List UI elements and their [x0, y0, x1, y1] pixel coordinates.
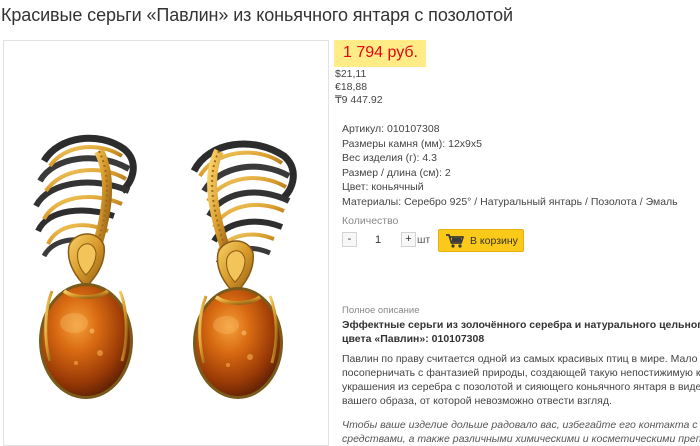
- spec-value: 12х9х5: [448, 137, 482, 150]
- spec-materials: Материалы: Серебро 925° / Натуральный ян…: [342, 195, 678, 210]
- quantity-increase-button[interactable]: +: [401, 232, 416, 247]
- spec-label: Материалы:: [342, 195, 402, 208]
- price-eur: €18,88: [335, 81, 368, 93]
- earrings-image: [33, 134, 297, 399]
- description-section-label: Полное описание: [342, 305, 420, 316]
- spec-value: коньячный: [371, 181, 424, 194]
- spec-value: 4.3: [422, 152, 437, 165]
- description-heading: Эффектные серьги из золочённого серебра …: [342, 318, 700, 346]
- left-earring: [33, 134, 137, 399]
- spec-value: Серебро 925° / Натуральный янтарь / Позо…: [404, 195, 678, 208]
- spec-value: 010107308: [386, 123, 440, 135]
- description-text-line: Павлин по праву считается одной из самых…: [342, 353, 698, 365]
- cart-icon: [445, 233, 465, 254]
- right-earring: [190, 140, 297, 399]
- spec-value: 2: [444, 166, 451, 179]
- price-kzt: ₸9 447.92: [335, 94, 383, 106]
- quantity-label: Количество: [342, 215, 399, 227]
- spec-length: Размер / длина (см): 2: [342, 166, 678, 181]
- price-usd: $21,11: [335, 68, 367, 80]
- spec-color: Цвет: коньячный: [342, 180, 678, 195]
- spec-label: Артикул:: [342, 123, 385, 135]
- product-specs: Артикул: 010107308 Размеры камня (мм): 1…: [342, 122, 678, 210]
- spec-label: Вес изделия (г):: [342, 152, 420, 165]
- price-rub: 1 794 руб.: [343, 44, 418, 61]
- quantity-decrease-button[interactable]: -: [342, 232, 357, 247]
- spec-weight: Вес изделия (г): 4.3: [342, 151, 678, 166]
- quantity-unit: шт: [417, 234, 431, 246]
- description-text-line: посоперничать с фантазией природы, созда…: [342, 367, 700, 379]
- spec-article: Артикул: 010107308: [342, 122, 678, 137]
- description-heading-line: цвета «Павлин»: 010107308: [342, 333, 485, 345]
- care-text-line: средствами, а также различными химически…: [342, 433, 700, 445]
- spec-label: Цвет:: [342, 181, 369, 194]
- add-to-cart-label: В корзину: [470, 235, 518, 247]
- description-heading-line: Эффектные серьги из золочённого серебра …: [342, 319, 700, 331]
- description-text-line: украшения из серебра с позолотой и сияющ…: [342, 381, 700, 393]
- price-highlight: 1 794 руб.: [334, 40, 426, 67]
- spec-stone-size: Размеры камня (мм): 12х9х5: [342, 137, 678, 152]
- quantity-input[interactable]: 1: [364, 234, 392, 246]
- description-text-line: вашего образа, от которой невозможно отв…: [342, 395, 612, 407]
- add-to-cart-button[interactable]: В корзину: [438, 229, 524, 252]
- product-title: Красивые серьги «Павлин» из коньячного я…: [1, 5, 513, 25]
- spec-label: Размер / длина (см):: [342, 166, 442, 179]
- spec-label: Размеры камня (мм):: [342, 137, 446, 150]
- product-photo[interactable]: [3, 40, 329, 446]
- care-text-line: Чтобы ваше изделие дольше радовало вас, …: [342, 419, 700, 431]
